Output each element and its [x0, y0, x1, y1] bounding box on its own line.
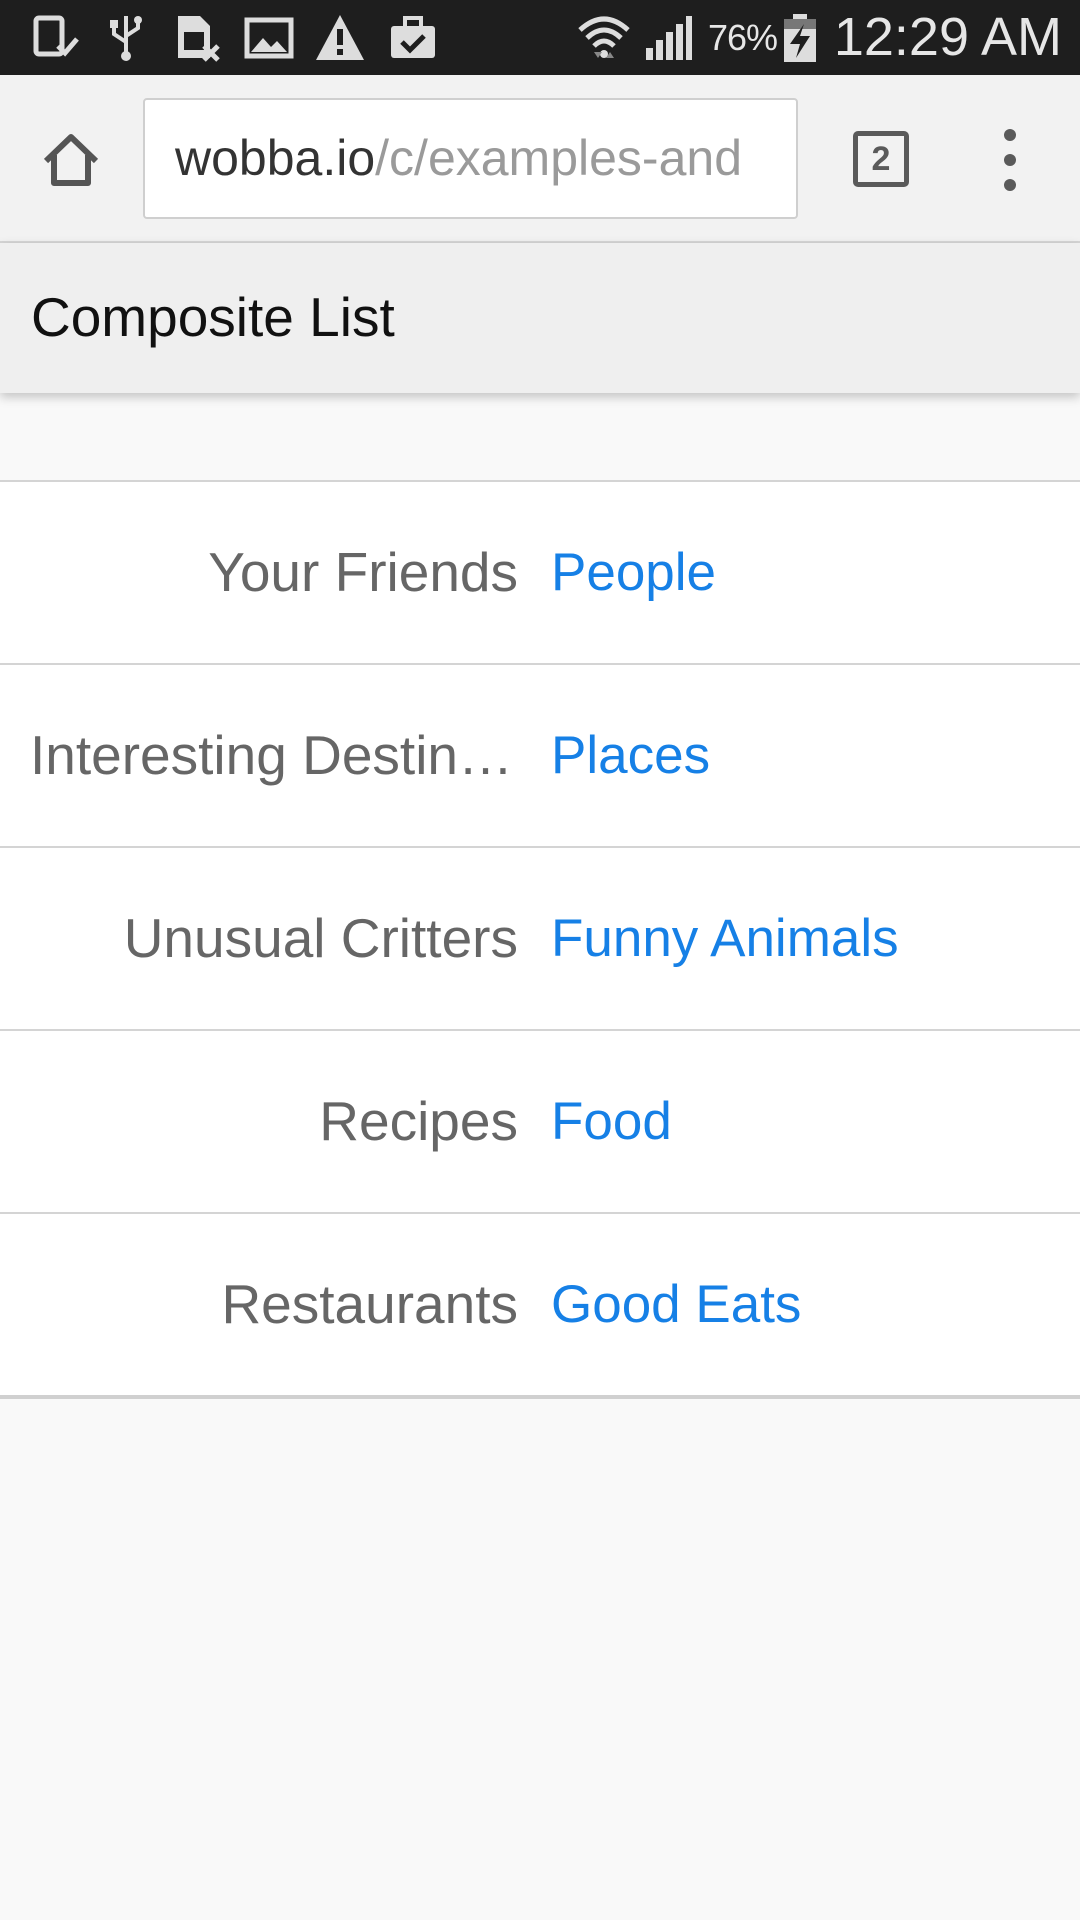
- battery-percent: 76%: [708, 17, 778, 58]
- status-time: 12:29 AM: [833, 7, 1062, 67]
- url-host: wobba.io: [175, 130, 376, 186]
- battery-charging-icon: [780, 12, 820, 64]
- signal-icon: [642, 12, 694, 64]
- page-title: Composite List: [31, 286, 395, 348]
- url-path: /c/examples-and: [375, 130, 743, 186]
- list-item-link[interactable]: People: [551, 482, 716, 663]
- browser-toolbar: wobba.io/c/examples-and 2: [0, 75, 1080, 243]
- list-item-link[interactable]: Food: [551, 1031, 672, 1212]
- sim-error-icon: [172, 12, 224, 64]
- list-item[interactable]: Your Friends People: [0, 482, 1080, 665]
- list-item[interactable]: Unusual Critters Funny Animals: [0, 848, 1080, 1031]
- list-item-link[interactable]: Places: [551, 665, 710, 846]
- list-item-label: Your Friends: [208, 541, 518, 603]
- list-item[interactable]: Interesting Destinations Places: [0, 665, 1080, 848]
- list-item-link[interactable]: Funny Animals: [551, 848, 899, 1029]
- list-item-label: Restaurants: [221, 1273, 518, 1335]
- briefcase-check-icon: [387, 12, 439, 64]
- tabs-button[interactable]: 2: [853, 131, 909, 187]
- tab-count: 2: [871, 140, 891, 178]
- status-bar: 76% 12:29 AM: [0, 0, 1080, 75]
- app-header: Composite List: [0, 243, 1080, 393]
- phone-check-icon: [30, 12, 82, 64]
- list-item-label: Recipes: [319, 1090, 518, 1152]
- usb-icon: [100, 12, 152, 64]
- image-icon: [243, 12, 295, 64]
- list-item-label: Unusual Critters: [123, 907, 518, 969]
- home-button[interactable]: [36, 125, 106, 195]
- list-item[interactable]: Restaurants Good Eats: [0, 1214, 1080, 1395]
- wifi-icon: [578, 12, 630, 64]
- warning-icon: [314, 12, 366, 64]
- list-item-label: Interesting Destinations: [30, 724, 518, 786]
- composite-list: Your Friends People Interesting Destinat…: [0, 480, 1080, 1399]
- list-item-link[interactable]: Good Eats: [551, 1214, 801, 1395]
- home-icon: [43, 134, 99, 186]
- url-field[interactable]: wobba.io/c/examples-and: [143, 98, 798, 219]
- list-item[interactable]: Recipes Food: [0, 1031, 1080, 1214]
- overflow-menu-icon[interactable]: [990, 127, 1030, 193]
